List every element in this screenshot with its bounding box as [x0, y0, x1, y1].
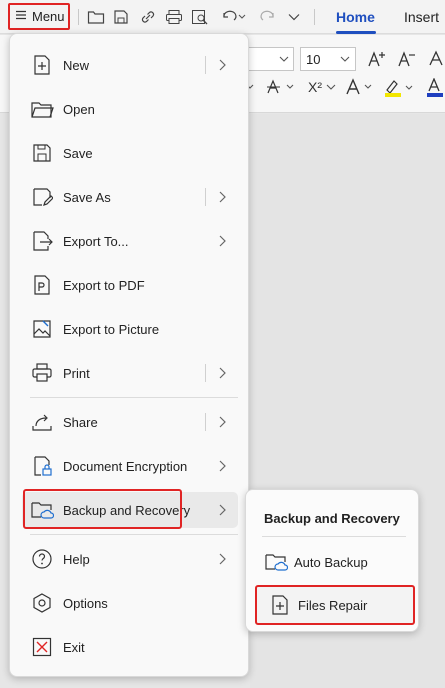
export-icon	[30, 229, 54, 253]
menu-item-label: Options	[63, 595, 108, 611]
item-divider	[205, 364, 206, 382]
item-divider	[205, 188, 206, 206]
menu-item-exit[interactable]: Exit	[22, 629, 238, 665]
increase-font-icon[interactable]	[366, 49, 388, 69]
menu-item-label: Print	[63, 365, 90, 381]
print-preview-icon[interactable]	[190, 7, 210, 27]
submenu-item-auto-backup[interactable]: Auto Backup	[260, 545, 410, 579]
chevron-right-icon	[219, 191, 226, 203]
highlight-icon[interactable]	[382, 77, 416, 99]
strikethrough-icon[interactable]	[264, 77, 298, 97]
share-icon	[30, 410, 54, 434]
menu-item-help[interactable]: Help	[22, 541, 238, 577]
menu-item-backup-recovery[interactable]: Backup and Recovery	[22, 492, 238, 528]
submenu-item-label: Files Repair	[298, 597, 368, 613]
menu-item-print[interactable]: Print	[22, 355, 238, 391]
hamburger-icon	[15, 9, 27, 24]
print-icon[interactable]	[164, 7, 184, 27]
toolbar-divider	[78, 9, 79, 25]
menu-button-label: Menu	[32, 9, 65, 24]
superscript-button[interactable]: X²	[304, 77, 340, 97]
undo-dropdown-icon[interactable]	[235, 7, 249, 27]
chevron-right-icon	[219, 235, 226, 247]
menu-item-export-picture[interactable]: Export to Picture	[22, 311, 238, 347]
menu-item-label: Share	[63, 414, 98, 430]
save-icon	[30, 141, 54, 165]
menu-item-label: Open	[63, 101, 95, 117]
exit-icon	[30, 635, 54, 659]
encryption-icon	[30, 454, 54, 478]
chevron-right-icon	[219, 59, 226, 71]
submenu-item-label: Auto Backup	[294, 554, 368, 570]
top-toolbar: Menu Home Insert	[0, 0, 445, 34]
backup-recovery-submenu: Backup and Recovery Auto Backup Files Re…	[245, 489, 419, 632]
picture-icon	[30, 317, 54, 341]
more-dropdown-icon[interactable]	[284, 7, 304, 27]
font-name-dropdown[interactable]	[245, 47, 294, 71]
menu-divider	[30, 397, 238, 398]
menu-item-label: New	[63, 57, 90, 73]
help-icon	[30, 547, 54, 571]
menu-item-share[interactable]: Share	[22, 404, 238, 440]
menu-item-label: Save As	[63, 189, 111, 205]
backup-folder-icon	[30, 498, 54, 522]
folder-open-icon	[30, 97, 54, 121]
submenu-divider	[262, 536, 406, 537]
superscript-label: X²	[308, 79, 322, 95]
menu-item-label: Export to Picture	[63, 321, 160, 337]
menu-item-label: Backup and Recovery	[63, 502, 191, 518]
file-menu-panel: New Open Save Save As Export To... Expor…	[9, 33, 249, 677]
chevron-right-icon	[219, 553, 226, 565]
chevron-right-icon	[219, 367, 226, 379]
save-as-icon	[30, 185, 54, 209]
menu-item-label: Exit	[63, 639, 85, 655]
chevron-down-icon	[279, 56, 289, 62]
chevron-right-icon	[219, 416, 226, 428]
menu-item-label: Save	[63, 145, 93, 161]
menu-button[interactable]: Menu	[8, 3, 70, 30]
menu-item-save[interactable]: Save	[22, 135, 238, 171]
menu-item-save-as[interactable]: Save As	[22, 179, 238, 215]
menu-item-label: Export To...	[63, 233, 129, 249]
pdf-icon	[30, 273, 54, 297]
chevron-right-icon	[219, 460, 226, 472]
menu-item-document-encryption[interactable]: Document Encryption	[22, 448, 238, 484]
item-divider	[205, 56, 206, 74]
active-tab-indicator	[336, 31, 376, 34]
menu-item-label: Document Encryption	[63, 458, 188, 474]
font-size-value: 10	[306, 51, 321, 67]
save-icon[interactable]	[111, 7, 131, 27]
submenu-item-files-repair[interactable]: Files Repair	[260, 588, 410, 622]
redo-icon[interactable]	[258, 7, 278, 27]
tab-home[interactable]: Home	[336, 9, 375, 25]
new-file-icon	[30, 53, 54, 77]
menu-item-options[interactable]: Options	[22, 585, 238, 621]
menu-item-open[interactable]: Open	[22, 91, 238, 127]
menu-item-label: Export to PDF	[63, 277, 145, 293]
menu-item-label: Help	[63, 551, 90, 567]
font-color-icon[interactable]	[424, 77, 445, 99]
decrease-font-icon[interactable]	[396, 49, 418, 69]
menu-item-new[interactable]: New	[22, 47, 238, 83]
text-effect-icon[interactable]	[344, 77, 376, 97]
auto-backup-icon	[264, 550, 288, 574]
item-divider	[205, 413, 206, 431]
options-icon	[30, 591, 54, 615]
submenu-title: Backup and Recovery	[264, 511, 400, 526]
menu-divider	[30, 534, 238, 535]
font-size-dropdown[interactable]: 10	[300, 47, 356, 71]
toolbar-divider	[314, 9, 315, 25]
menu-item-export-pdf[interactable]: Export to PDF	[22, 267, 238, 303]
share-link-icon[interactable]	[138, 7, 158, 27]
menu-item-export-to[interactable]: Export To...	[22, 223, 238, 259]
font-color-a-icon[interactable]	[426, 49, 445, 69]
chevron-down-icon	[340, 56, 350, 62]
tab-insert[interactable]: Insert	[404, 9, 439, 25]
open-folder-icon[interactable]	[86, 7, 106, 27]
printer-icon	[30, 361, 54, 385]
files-repair-icon	[268, 593, 292, 617]
chevron-right-icon	[219, 504, 226, 516]
